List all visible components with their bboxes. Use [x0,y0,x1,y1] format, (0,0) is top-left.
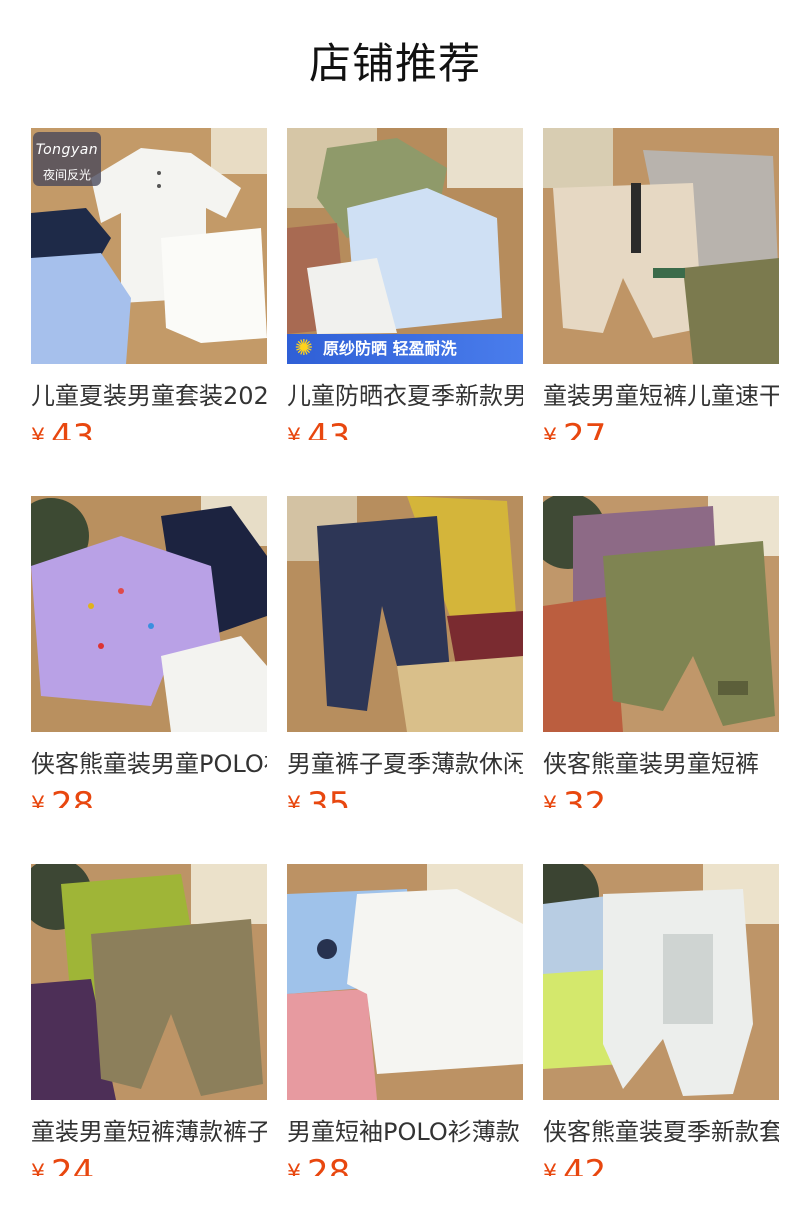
product-name[interactable]: 侠客熊童装男童POLO衫 [31,747,267,781]
price-value: 24 [51,1153,95,1176]
product-card[interactable]: 童装男童短裤薄款裤子 ¥24 [31,864,267,1176]
currency-symbol: ¥ [31,1161,45,1176]
currency-symbol: ¥ [543,793,557,808]
product-price: ¥43 [287,417,523,440]
currency-symbol: ¥ [287,425,301,440]
price-value: 43 [307,417,351,440]
product-name[interactable]: 童装男童短裤儿童速干 [543,379,779,413]
currency-symbol: ¥ [287,1161,301,1176]
price-value: 27 [563,417,607,440]
product-grid: Tongyan 夜间反光 儿童夏装男童套装2025新款 ¥43 ✺原纱防晒 轻盈… [31,128,781,1176]
product-image[interactable] [543,496,779,732]
product-name[interactable]: 童装男童短裤薄款裤子 [31,1115,267,1149]
currency-symbol: ¥ [287,793,301,808]
currency-symbol: ¥ [543,425,557,440]
product-name[interactable]: 儿童防晒衣夏季新款男童 [287,379,523,413]
product-image[interactable]: ✺ 原纱防晒 轻盈耐洗 [287,128,523,364]
product-name[interactable]: 男童裤子夏季薄款休闲 [287,747,523,781]
product-price: ¥24 [31,1153,267,1176]
product-card[interactable]: 侠客熊童装男童短裤 ¥32 [543,496,779,808]
section-title: 店铺推荐 [308,39,481,88]
currency-symbol: ¥ [543,1161,557,1176]
product-name[interactable]: 男童短袖POLO衫薄款 [287,1115,523,1149]
currency-symbol: ¥ [31,425,45,440]
product-price: ¥28 [287,1153,523,1176]
product-price: ¥35 [287,785,523,808]
product-card[interactable]: ✺原纱防晒 轻盈耐洗 儿童防晒衣夏季新款男童 ¥43 [287,128,523,440]
product-image[interactable] [31,864,267,1100]
product-card[interactable]: 侠客熊童装男童POLO衫 ¥28 [31,496,267,808]
price-value: 28 [51,785,95,808]
product-image[interactable] [287,496,523,732]
product-name[interactable]: 儿童夏装男童套装2025新款 [31,379,267,413]
product-card[interactable]: Tongyan 夜间反光 儿童夏装男童套装2025新款 ¥43 [31,128,267,440]
price-value: 28 [307,1153,351,1176]
currency-symbol: ¥ [31,793,45,808]
price-value: 32 [563,785,607,808]
product-price: ¥28 [31,785,267,808]
product-image[interactable] [543,864,779,1100]
product-name[interactable]: 侠客熊童装男童短裤 [543,747,779,781]
product-image[interactable] [543,128,779,364]
product-card[interactable]: 男童短袖POLO衫薄款 ¥28 [287,864,523,1176]
product-image[interactable]: Tongyan 夜间反光 [31,128,267,364]
product-image[interactable] [287,864,523,1100]
price-value: 43 [51,417,95,440]
reflective-badge: Tongyan 夜间反光 [33,132,101,186]
product-price: ¥32 [543,785,779,808]
price-value: 42 [563,1153,607,1176]
product-price: ¥27 [543,417,779,440]
price-value: 35 [307,785,351,808]
product-card[interactable]: 童装男童短裤儿童速干 ¥27 [543,128,779,440]
sun-icon: ✺ [294,336,314,361]
product-card[interactable]: 侠客熊童装夏季新款套装 ¥42 [543,864,779,1176]
product-name[interactable]: 侠客熊童装夏季新款套装 [543,1115,779,1149]
product-price: ¥43 [31,417,267,440]
product-card[interactable]: 男童裤子夏季薄款休闲 ¥35 [287,496,523,808]
promo-banner: ✺ 原纱防晒 轻盈耐洗 [287,334,523,364]
product-image[interactable] [31,496,267,732]
product-price: ¥42 [543,1153,779,1176]
